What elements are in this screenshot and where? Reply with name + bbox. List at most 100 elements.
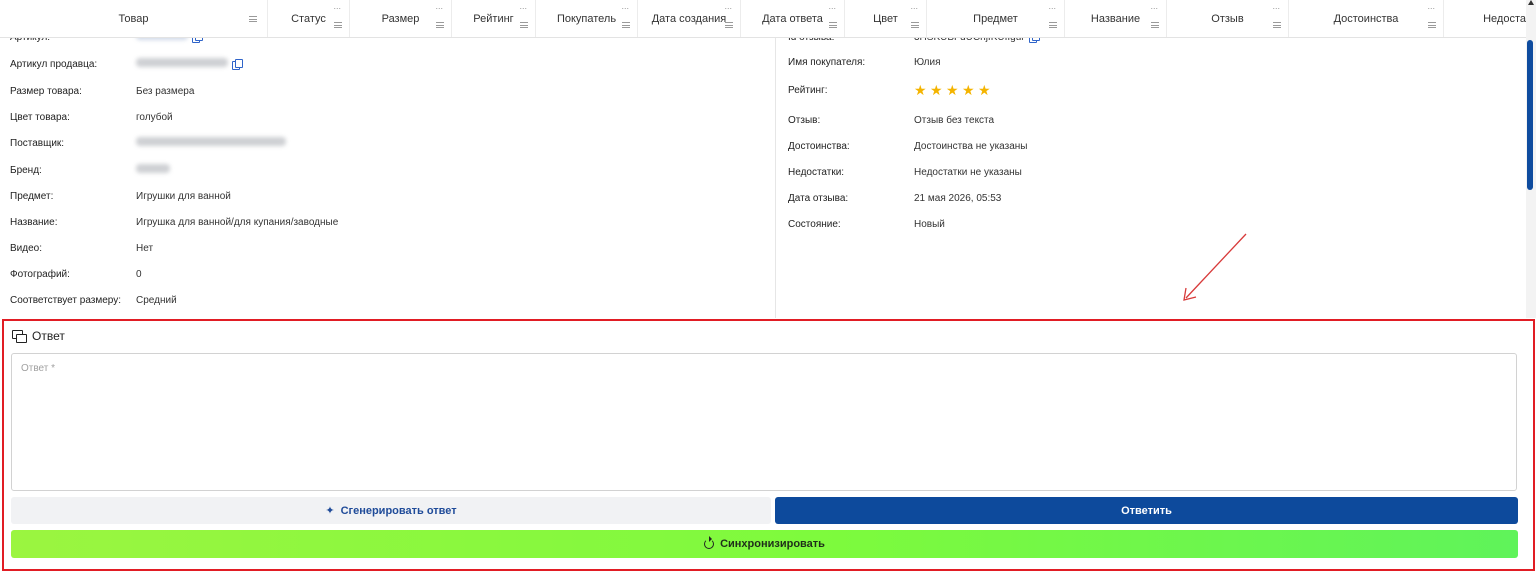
generate-answer-button[interactable]: ✦ Сгенерировать ответ (11, 497, 771, 524)
field-label: Поставщик: (10, 137, 65, 149)
field-label: Состояние: (788, 218, 841, 230)
column-label: Дата ответа (762, 13, 823, 25)
column-more-icon[interactable]: ... (1427, 2, 1435, 11)
column-menu-icon[interactable] (1428, 22, 1436, 28)
answer-section: Ответ ✦ Сгенерировать ответ Ответить Син… (2, 319, 1535, 571)
field-value: Достоинства не указаны (914, 140, 1028, 152)
field-fit: Соответствует размеру: Средний (10, 293, 770, 307)
column-header-size[interactable]: Размер ... (350, 0, 452, 37)
field-value-blurred (136, 137, 286, 149)
field-pros: Достоинства: Достоинства не указаны (788, 139, 1488, 153)
product-info-panel: Артикул: Артикул продавца: Размер товара… (0, 31, 776, 318)
field-value: голубой (136, 111, 173, 123)
star-icon: ★ (946, 82, 959, 98)
answer-title: Ответ (32, 329, 65, 343)
field-value: Игрушка для ванной/для купания/заводные (136, 216, 339, 228)
column-header-rating[interactable]: Рейтинг ... (452, 0, 536, 37)
column-menu-icon[interactable] (725, 22, 733, 28)
column-header-review[interactable]: Отзыв ... (1167, 0, 1289, 37)
field-size: Размер товара: Без размера (10, 84, 770, 98)
star-icon: ★ (978, 82, 991, 98)
column-more-icon[interactable]: ... (435, 2, 443, 11)
reply-button[interactable]: Ответить (775, 497, 1518, 524)
column-label: Предмет (973, 13, 1018, 25)
column-menu-icon[interactable] (829, 22, 837, 28)
redacted-value (136, 164, 170, 173)
column-more-icon[interactable]: ... (1150, 2, 1158, 11)
field-cons: Недостатки: Недостатки не указаны (788, 165, 1488, 179)
scroll-up-icon[interactable] (1528, 0, 1534, 5)
field-state: Состояние: Новый (788, 217, 1488, 231)
field-brand: Бренд: (10, 163, 770, 177)
field-value: 0 (136, 268, 142, 280)
column-menu-icon[interactable] (334, 22, 342, 28)
review-info-panel: Id отзыва: 3HSKUBFdUCnjIKUIIgur Имя поку… (777, 32, 1526, 318)
column-label: Название (1090, 13, 1141, 25)
field-label: Цвет товара: (10, 111, 70, 123)
field-label: Артикул продавца: (10, 58, 98, 70)
field-photos: Фотографий: 0 (10, 267, 770, 281)
sync-label: Синхронизировать (720, 538, 825, 550)
column-label: Недоста (1483, 13, 1526, 25)
field-label: Бренд: (10, 164, 42, 176)
field-video: Видео: Нет (10, 241, 770, 255)
field-label: Предмет: (10, 190, 54, 202)
column-header-subject[interactable]: Предмет ... (927, 0, 1065, 37)
field-label: Дата отзыва: (788, 192, 849, 204)
field-label: Рейтинг: (788, 84, 828, 96)
column-label: Дата создания (651, 13, 727, 25)
column-menu-icon[interactable] (520, 22, 528, 28)
vertical-scrollbar[interactable] (1526, 0, 1536, 318)
sync-button[interactable]: Синхронизировать (11, 530, 1518, 558)
generate-answer-label: Сгенерировать ответ (340, 504, 457, 517)
column-menu-icon[interactable] (622, 22, 630, 28)
field-value: Отзыв без текста (914, 114, 995, 126)
column-more-icon[interactable]: ... (519, 2, 527, 11)
column-header-name[interactable]: Название ... (1065, 0, 1167, 37)
column-menu-icon[interactable] (1151, 22, 1159, 28)
column-menu-icon[interactable] (249, 16, 257, 22)
column-header-color[interactable]: Цвет ... (845, 0, 927, 37)
field-value: Игрушки для ванной (136, 190, 231, 202)
column-label: Цвет (873, 13, 898, 25)
field-subject: Предмет: Игрушки для ванной (10, 189, 770, 203)
column-more-icon[interactable]: ... (333, 2, 341, 11)
column-more-icon[interactable]: ... (1272, 2, 1280, 11)
column-more-icon[interactable]: ... (1048, 2, 1056, 11)
column-more-icon[interactable]: ... (724, 2, 732, 11)
reply-label: Ответить (1121, 504, 1172, 517)
field-value-blurred (136, 58, 243, 71)
column-label: Отзыв (1211, 13, 1244, 25)
column-header-pros[interactable]: Достоинства ... (1289, 0, 1444, 37)
column-more-icon[interactable]: ... (621, 2, 629, 11)
column-label: Покупатель (556, 13, 617, 25)
column-header-answered[interactable]: Дата ответа ... (741, 0, 845, 37)
table-header: Товар Статус ... Размер ... Рейтинг ... … (0, 0, 1526, 38)
column-menu-icon[interactable] (1273, 22, 1281, 28)
field-label: Видео: (10, 242, 42, 254)
column-header-buyer[interactable]: Покупатель ... (536, 0, 638, 37)
star-icon: ★ (930, 82, 943, 98)
field-value: Новый (914, 218, 945, 230)
answer-textarea[interactable] (11, 353, 1517, 491)
field-label: Размер товара: (10, 85, 82, 97)
scrollbar-thumb[interactable] (1527, 40, 1533, 190)
column-header-cons[interactable]: Недоста (1444, 0, 1526, 37)
column-label: Рейтинг (473, 13, 514, 25)
column-menu-icon[interactable] (1049, 22, 1057, 28)
column-menu-icon[interactable] (436, 22, 444, 28)
column-menu-icon[interactable] (911, 22, 919, 28)
column-more-icon[interactable]: ... (910, 2, 918, 11)
review-detail-page: Товар Статус ... Размер ... Рейтинг ... … (0, 0, 1536, 572)
field-label: Достоинства: (788, 140, 850, 152)
column-more-icon[interactable]: ... (828, 2, 836, 11)
field-label: Соответствует размеру: (10, 294, 122, 306)
field-review-text: Отзыв: Отзыв без текста (788, 113, 1488, 127)
field-value: Без размера (136, 85, 195, 97)
field-rating: Рейтинг: ★ ★ ★ ★ ★ (788, 82, 1488, 98)
column-header-status[interactable]: Статус ... (268, 0, 350, 37)
column-header-product[interactable]: Товар (0, 0, 268, 37)
column-header-created[interactable]: Дата создания ... (638, 0, 741, 37)
copy-icon[interactable] (232, 59, 243, 71)
star-icon: ★ (962, 82, 975, 98)
